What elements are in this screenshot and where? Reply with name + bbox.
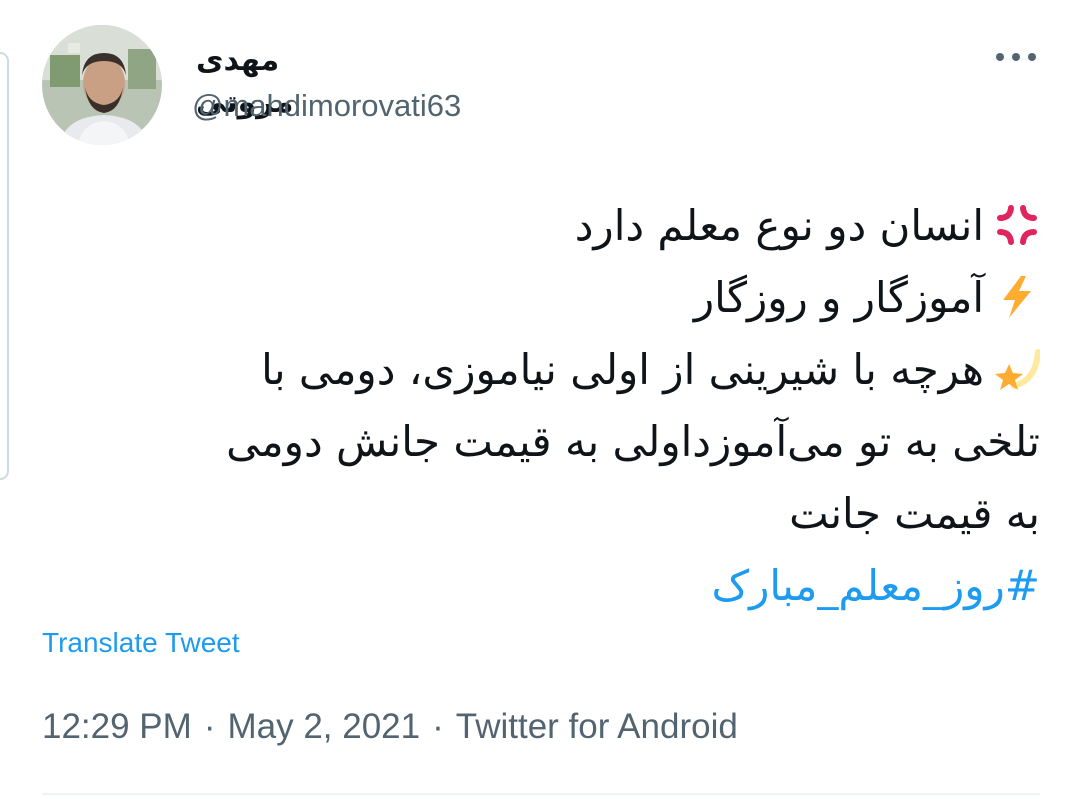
tweet-line-text: هرچه با شیرینی از اولی نیاموزی، دومی با bbox=[261, 345, 984, 394]
more-dots-icon bbox=[996, 53, 1036, 61]
tweet-line: آموزگار و روزگار bbox=[60, 262, 1040, 334]
tweet-source[interactable]: Twitter for Android bbox=[456, 707, 738, 746]
translate-tweet-link[interactable]: Translate Tweet bbox=[42, 627, 240, 659]
tweet-line: انسان دو نوع معلم دارد bbox=[60, 190, 1040, 262]
tweet-time[interactable]: 12:29 PM bbox=[42, 707, 192, 746]
divider bbox=[42, 793, 1040, 795]
tweet-date[interactable]: May 2, 2021 bbox=[227, 707, 420, 746]
tweet-line-text: آموزگار و روزگار bbox=[693, 273, 984, 322]
tweet-line-text: انسان دو نوع معلم دارد bbox=[574, 201, 984, 250]
tweet-text: انسان دو نوع معلم دارد آموزگار و روزگار … bbox=[60, 190, 1040, 622]
tweet-line: هرچه با شیرینی از اولی نیاموزی، دومی با bbox=[60, 334, 1040, 406]
more-options-button[interactable] bbox=[992, 40, 1040, 74]
high-voltage-icon bbox=[1003, 276, 1031, 318]
author-handle[interactable]: @mahdimorovati63 bbox=[192, 86, 461, 126]
scroll-edge bbox=[0, 52, 9, 480]
tweet-line: تلخی به تو می‌آموزداولی به قیمت جانش دوم… bbox=[226, 417, 1040, 466]
separator: · bbox=[432, 707, 444, 746]
tweet-metadata: 12:29 PM · May 2, 2021 · Twitter for Android bbox=[42, 707, 738, 747]
separator: · bbox=[203, 707, 216, 746]
shooting-star-icon bbox=[995, 349, 1040, 390]
anger-symbol-icon bbox=[997, 205, 1037, 245]
avatar[interactable] bbox=[42, 25, 162, 145]
tweet-line: به قیمت جانت bbox=[789, 489, 1040, 538]
tweet-detail-page: مهدی مروتی @mahdimorovati63 انسان دو نوع… bbox=[0, 0, 1080, 799]
hashtag-link[interactable]: #روز_معلم_مبارک bbox=[60, 550, 1041, 622]
